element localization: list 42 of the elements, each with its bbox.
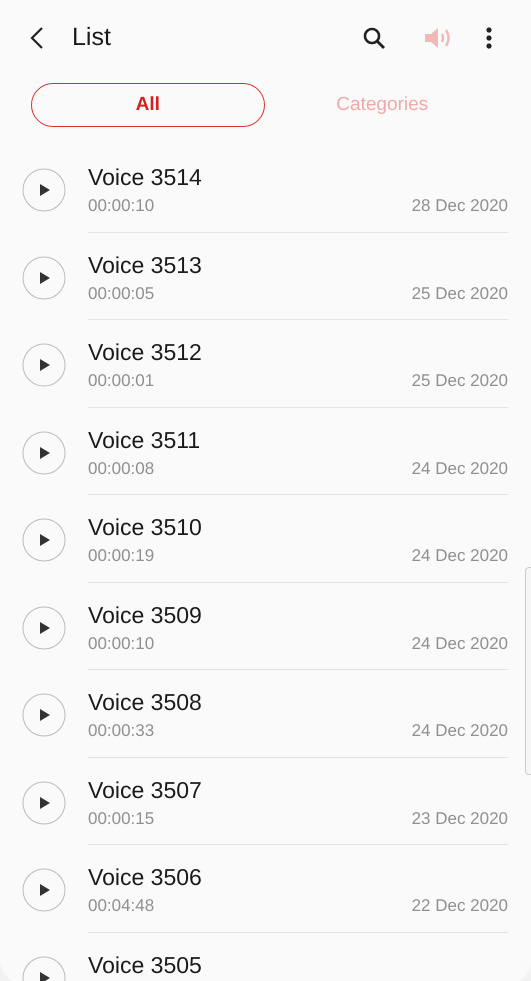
- play-icon[interactable]: [22, 868, 66, 912]
- play-icon[interactable]: [22, 256, 66, 300]
- recording-duration: 00:00:19: [88, 545, 154, 567]
- recording-name: Voice 3505: [88, 952, 203, 978]
- play-icon[interactable]: [22, 780, 66, 824]
- recording-date: 23 Dec 2020: [412, 808, 508, 830]
- recording-name: Voice 3510: [88, 514, 203, 540]
- recording-name: Voice 3506: [88, 864, 203, 890]
- play-icon[interactable]: [22, 430, 66, 474]
- search-icon[interactable]: [362, 26, 386, 50]
- recording-date: 24 Dec 2020: [412, 545, 508, 567]
- play-icon[interactable]: [22, 343, 66, 387]
- recording-name: Voice 3509: [88, 602, 203, 628]
- recording-name: Voice 3508: [88, 689, 203, 715]
- screen-title: List: [72, 23, 112, 52]
- play-icon[interactable]: [22, 606, 66, 650]
- recording-name: Voice 3507: [88, 776, 203, 802]
- recording-duration: 00:00:10: [88, 195, 154, 217]
- recording-name: Voice 3513: [88, 252, 203, 278]
- play-icon[interactable]: [22, 168, 66, 212]
- recording-duration: 00:04:48: [88, 895, 154, 917]
- tab[interactable]: All: [31, 83, 264, 127]
- recording-date: 24 Dec 2020: [412, 632, 508, 654]
- recording-date: 24 Dec 2020: [412, 458, 508, 480]
- recording-date: 25 Dec 2020: [412, 282, 508, 304]
- recording-date: 28 Dec 2020: [412, 195, 508, 217]
- play-icon[interactable]: [22, 693, 66, 737]
- recording-duration: 00:00:05: [88, 282, 154, 304]
- recording-duration: 00:00:15: [88, 808, 154, 830]
- recording-date: 22 Dec 2020: [412, 895, 508, 917]
- recording-name: Voice 3514: [88, 164, 203, 190]
- recording-name: Voice 3511: [88, 426, 202, 452]
- play-icon[interactable]: [22, 518, 66, 562]
- recording-duration: 00:00:01: [88, 370, 154, 392]
- recording-date: 25 Dec 2020: [412, 370, 508, 392]
- recording-duration: 00:00:33: [88, 720, 154, 742]
- recording-duration: 00:00:08: [88, 458, 154, 480]
- more-options-icon[interactable]: [486, 26, 492, 48]
- recording-name: Voice 3512: [88, 339, 203, 365]
- recording-duration: 00:00:10: [88, 632, 154, 654]
- back-icon[interactable]: [30, 26, 44, 50]
- recording-date: 24 Dec 2020: [412, 720, 508, 742]
